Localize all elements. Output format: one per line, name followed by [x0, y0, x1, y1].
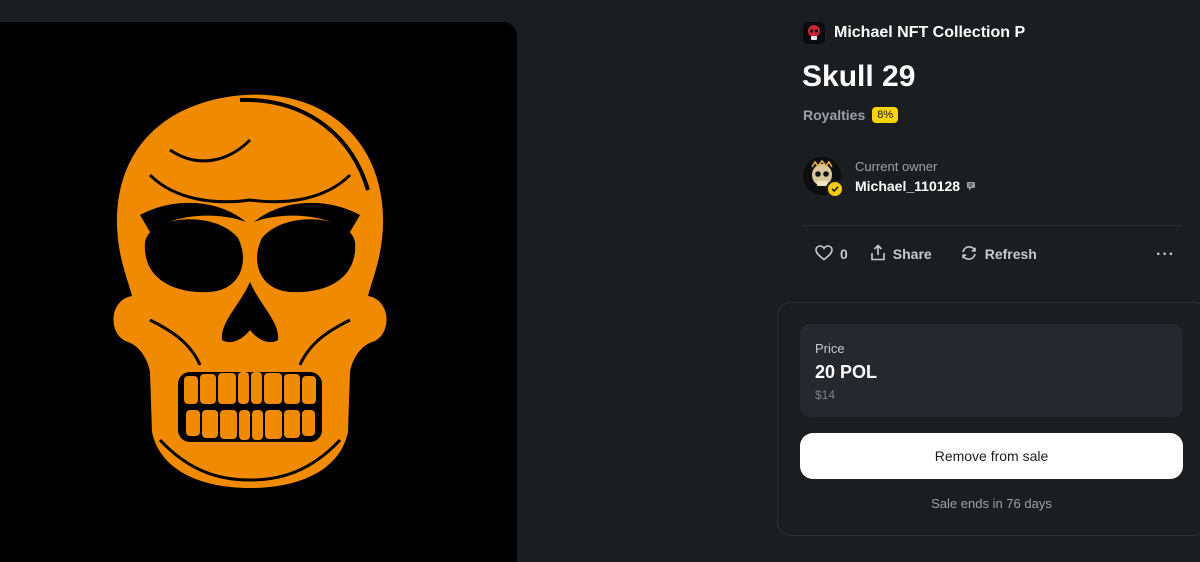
price-usd: $14 [815, 388, 836, 402]
nft-title: Skull 29 [802, 60, 916, 93]
owner-name-row[interactable]: Michael_110128 [855, 178, 976, 194]
refresh-button[interactable]: Refresh [960, 245, 1037, 264]
price-label: Price [815, 341, 845, 356]
owner-label: Current owner [855, 158, 938, 174]
royalties-label: Royalties [803, 107, 866, 123]
like-button[interactable]: 0 [815, 244, 848, 264]
share-button[interactable]: Share [870, 244, 932, 264]
share-icon [870, 244, 886, 264]
skull-icon [803, 22, 825, 44]
nft-image[interactable] [0, 22, 517, 562]
like-count: 0 [840, 246, 848, 262]
collection-link[interactable]: Michael NFT Collection P [803, 22, 1025, 44]
owner-section: Current owner Michael_110128 [803, 157, 976, 198]
skull-artwork [113, 94, 387, 488]
royalties-row: Royalties 8% [803, 107, 899, 123]
collection-name: Michael NFT Collection P [834, 24, 1026, 41]
owner-name[interactable]: Michael_110128 [855, 178, 960, 194]
refresh-icon [960, 245, 978, 264]
owner-info: Current owner Michael_110128 [855, 159, 976, 194]
refresh-label: Refresh [984, 246, 1037, 262]
heart-icon [815, 244, 833, 264]
remove-from-sale-button[interactable]: Remove from sale [800, 433, 1183, 479]
sale-ends-text: Sale ends in 76 days [931, 496, 1052, 511]
action-row: 0 Share Refresh [815, 244, 1037, 264]
verified-badge-icon [826, 180, 844, 198]
message-icon[interactable] [966, 178, 976, 194]
price-amount: 20 POL [815, 362, 878, 382]
owner-avatar[interactable] [803, 157, 844, 198]
divider [803, 225, 1181, 226]
more-options-button[interactable]: ··· [1156, 246, 1175, 264]
royalties-badge: 8% [872, 107, 899, 123]
share-label: Share [892, 246, 932, 262]
